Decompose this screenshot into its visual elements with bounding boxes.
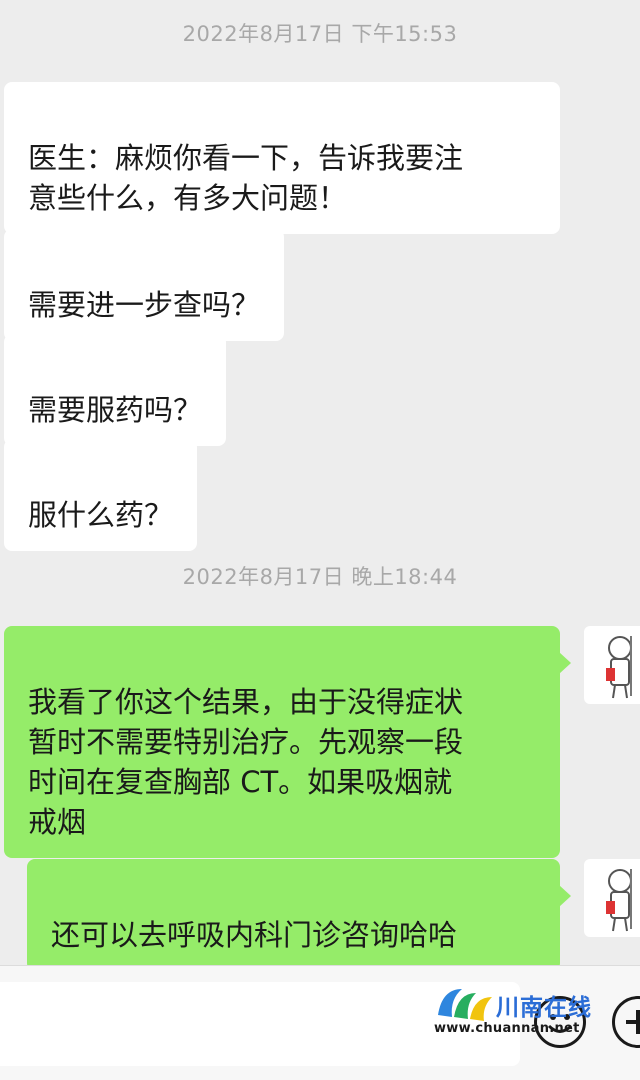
message-text: 医生：麻烦你看一下，告诉我要注 意些什么，有多大问题！ xyxy=(28,141,464,215)
doctor-figure-icon xyxy=(606,636,632,699)
message-bubble-incoming[interactable]: 服什么药？ xyxy=(4,439,198,551)
timestamp: 2022年8月17日 晚上18:44 xyxy=(182,565,458,589)
message-text: 需要服药吗？ xyxy=(28,393,203,427)
message-bubble-incoming[interactable]: 需要进一步查吗？ xyxy=(4,229,285,341)
message-bubble-outgoing[interactable]: 我看了你这个结果，由于没得症状 暂时不需要特别治疗。先观察一段 时间在复查胸部 … xyxy=(4,626,571,858)
timestamp: 2022年8月17日 下午15:53 xyxy=(182,22,458,46)
message-bubble-incoming[interactable]: 需要服药吗？ xyxy=(4,334,227,446)
message-text: 需要进一步查吗？ xyxy=(28,288,261,322)
message-bubble-incoming[interactable]: 医生：麻烦你看一下，告诉我要注 意些什么，有多大问题！ xyxy=(4,82,560,234)
doctor-figure-icon xyxy=(606,869,632,932)
watermark-url: www.chuannan.net xyxy=(434,1021,580,1036)
more-button[interactable] xyxy=(612,996,640,1048)
message-text: 服什么药？ xyxy=(28,498,174,532)
avatar[interactable] xyxy=(584,626,640,704)
message-text: 还可以去呼吸内科门诊咨询哈哈 xyxy=(51,918,458,952)
watermark-name: 川南在线 xyxy=(496,995,592,1021)
chat-message-list[interactable]: 2022年8月17日 下午15:53 医生：麻烦你看一下，告诉我要注 意些什么，… xyxy=(0,0,640,971)
avatar[interactable] xyxy=(584,859,640,937)
message-bubble-outgoing[interactable]: 还可以去呼吸内科门诊咨询哈哈 xyxy=(27,859,571,971)
watermark: 川南在线 www.chuannan.net xyxy=(432,985,592,1045)
message-text: 我看了你这个结果，由于没得症状 暂时不需要特别治疗。先观察一段 时间在复查胸部 … xyxy=(28,685,464,839)
